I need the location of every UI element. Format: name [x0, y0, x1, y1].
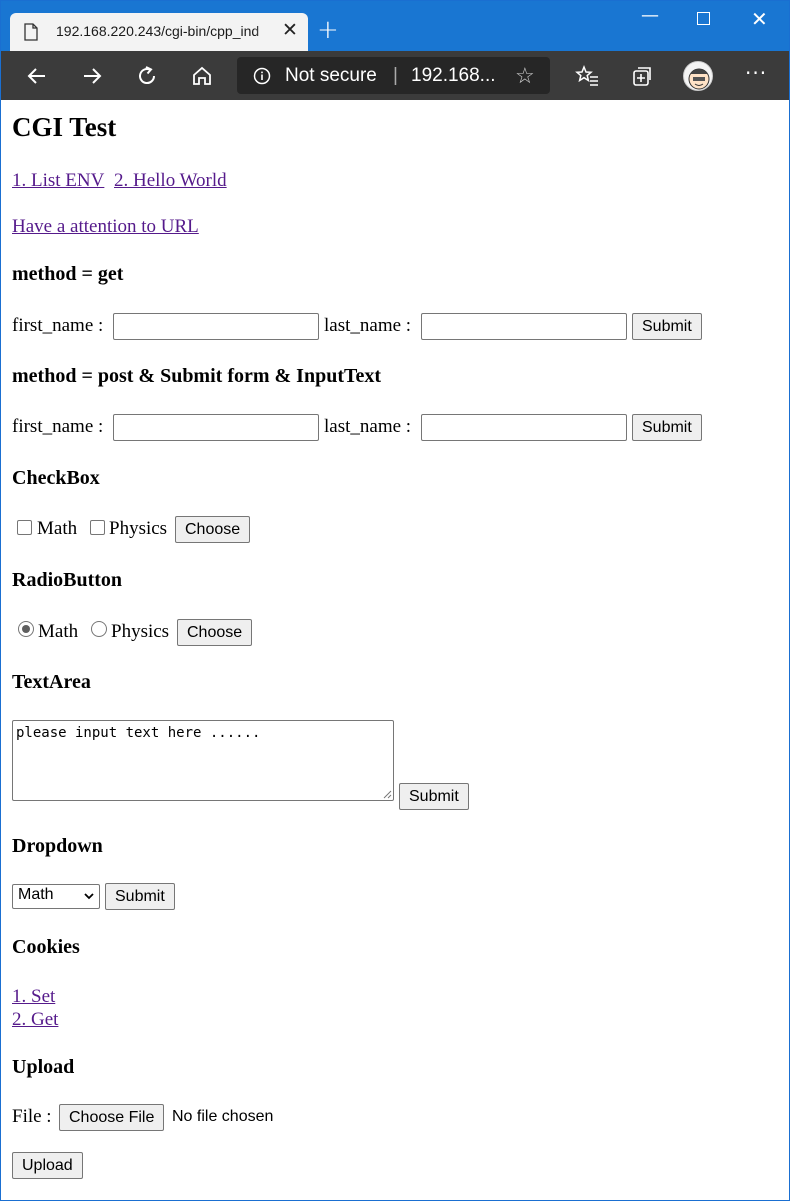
- address-bar[interactable]: Not secure | 192.168... ☆: [237, 57, 550, 94]
- post-form-heading: method = post & Submit form & InputText: [12, 365, 382, 387]
- post-last-name-input[interactable]: [421, 414, 627, 441]
- physics-checkbox-label: Physics: [109, 518, 168, 539]
- refresh-icon[interactable]: [134, 63, 160, 89]
- resize-grip-icon[interactable]: [382, 789, 392, 799]
- checkbox-choose-button[interactable]: Choose: [175, 516, 251, 543]
- info-icon[interactable]: [253, 67, 271, 85]
- address-url[interactable]: 192.168...: [411, 65, 496, 87]
- physics-checkbox[interactable]: [90, 520, 105, 535]
- maximize-icon[interactable]: [697, 12, 710, 25]
- address-separator: |: [393, 65, 398, 86]
- browser-window: 192.168.220.243/cgi-bin/cpp_ind ✕ + — ✕: [0, 0, 790, 1201]
- hello-world-link[interactable]: 2. Hello World: [114, 170, 227, 192]
- chevron-down-icon: [84, 893, 94, 900]
- choose-file-button[interactable]: Choose File: [59, 1104, 165, 1131]
- close-tab-icon[interactable]: ✕: [282, 21, 298, 41]
- more-menu-icon[interactable]: ···: [745, 61, 767, 85]
- text-area[interactable]: please input text here ......: [12, 720, 394, 801]
- subject-dropdown[interactable]: Math: [12, 884, 100, 909]
- math-radio-label: Math: [38, 621, 79, 642]
- attention-url-link[interactable]: Have a attention to URL: [12, 216, 199, 238]
- get-last-name-label: last_name :: [324, 315, 412, 336]
- get-cookie-link[interactable]: 2. Get: [12, 1009, 58, 1031]
- post-last-name-label: last_name :: [324, 416, 412, 437]
- post-first-name-label: first_name :: [12, 416, 104, 437]
- cookies-heading: Cookies: [12, 936, 80, 958]
- back-icon[interactable]: [24, 63, 50, 89]
- browser-tab[interactable]: 192.168.220.243/cgi-bin/cpp_ind ✕: [10, 13, 308, 51]
- text-area-value: please input text here ......: [16, 725, 261, 741]
- favorite-star-icon[interactable]: ☆: [515, 63, 535, 89]
- dropdown-heading: Dropdown: [12, 835, 103, 857]
- security-status[interactable]: Not secure: [285, 65, 377, 87]
- upload-button[interactable]: Upload: [12, 1152, 83, 1179]
- tab-title-fade: [254, 17, 278, 45]
- minimize-icon[interactable]: —: [641, 5, 659, 26]
- get-last-name-input[interactable]: [421, 313, 627, 340]
- upload-heading: Upload: [12, 1056, 75, 1078]
- document-icon: [24, 23, 38, 41]
- get-first-name-label: first_name :: [12, 315, 104, 336]
- title-bar: 192.168.220.243/cgi-bin/cpp_ind ✕ + — ✕: [1, 1, 789, 51]
- favorites-list-icon[interactable]: [575, 63, 601, 89]
- post-submit-button[interactable]: Submit: [632, 414, 702, 441]
- math-radio[interactable]: [18, 621, 34, 637]
- browser-toolbar: Not secure | 192.168... ☆: [1, 51, 789, 100]
- file-label: File :: [12, 1106, 52, 1127]
- forward-icon[interactable]: [79, 63, 105, 89]
- list-env-link[interactable]: 1. List ENV: [12, 170, 104, 192]
- home-icon[interactable]: [189, 63, 215, 89]
- close-window-icon[interactable]: ✕: [751, 7, 768, 31]
- get-submit-button[interactable]: Submit: [632, 313, 702, 340]
- checkbox-heading: CheckBox: [12, 467, 100, 489]
- no-file-chosen-text: No file chosen: [172, 1108, 274, 1125]
- new-tab-icon[interactable]: +: [317, 15, 339, 45]
- radio-heading: RadioButton: [12, 569, 123, 591]
- math-checkbox[interactable]: [17, 520, 32, 535]
- math-checkbox-label: Math: [37, 518, 78, 539]
- set-cookie-link[interactable]: 1. Set: [12, 986, 55, 1008]
- profile-avatar[interactable]: [683, 61, 713, 91]
- tab-title: 192.168.220.243/cgi-bin/cpp_ind: [56, 23, 260, 39]
- physics-radio[interactable]: [91, 621, 107, 637]
- textarea-submit-button[interactable]: Submit: [399, 783, 469, 810]
- dropdown-submit-button[interactable]: Submit: [105, 883, 175, 910]
- dropdown-selected-value: Math: [18, 886, 54, 903]
- page-title: CGI Test: [12, 112, 117, 142]
- textarea-heading: TextArea: [12, 671, 91, 693]
- physics-radio-label: Physics: [111, 621, 170, 642]
- get-form-heading: method = get: [12, 263, 124, 285]
- collections-icon[interactable]: [629, 63, 655, 89]
- post-first-name-input[interactable]: [113, 414, 319, 441]
- get-first-name-input[interactable]: [113, 313, 319, 340]
- radio-choose-button[interactable]: Choose: [177, 619, 253, 646]
